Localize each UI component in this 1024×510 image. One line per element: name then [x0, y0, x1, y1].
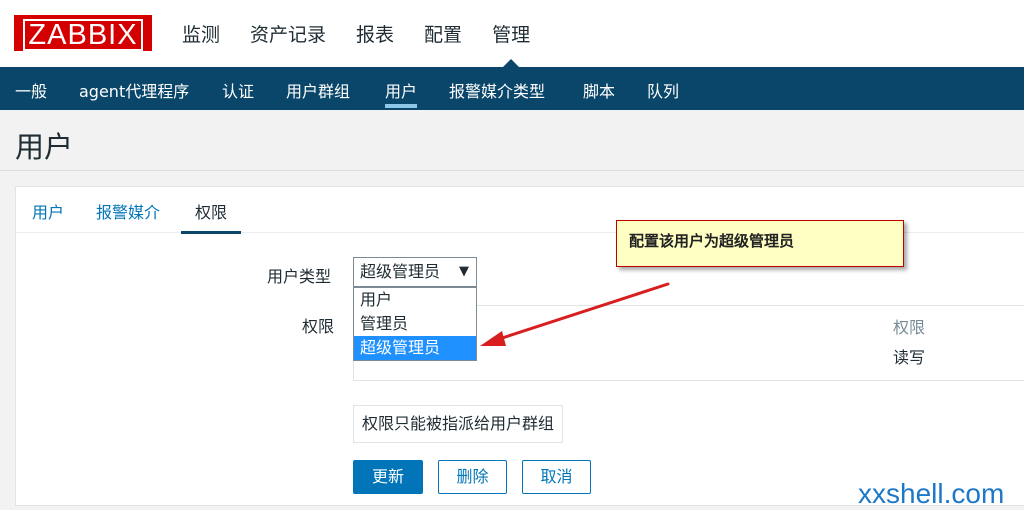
sub-nav-media-types[interactable]: 报警媒介类型	[449, 78, 545, 102]
delete-button[interactable]: 删除	[438, 460, 507, 494]
user-type-label: 用户类型	[267, 267, 332, 286]
logo-text: ZABBIX	[23, 19, 143, 51]
permissions-note: 权限只能被指派给用户群组	[353, 405, 564, 443]
sub-nav: 一般 agent代理程序 认证 用户群组 用户 报警媒介类型 脚本 队列	[0, 67, 1024, 110]
permissions-label: 权限	[302, 317, 335, 336]
annotation-callout: 配置该用户为超级管理员	[616, 220, 904, 267]
main-menu: 监测 资产记录 报表 配置 管理	[182, 20, 560, 68]
main-menu-administration[interactable]: 管理	[492, 20, 530, 68]
user-type-option-admin[interactable]: 管理员	[354, 312, 476, 336]
tab-permissions[interactable]: 权限	[181, 199, 242, 234]
title-divider	[0, 170, 1024, 171]
sub-nav-general[interactable]: 一般	[15, 78, 47, 102]
user-type-dropdown: 用户 管理员 超级管理员	[353, 287, 477, 361]
user-type-option-super-admin[interactable]: 超级管理员	[354, 336, 476, 360]
watermark: xxshell.com	[858, 478, 1005, 509]
tab-media[interactable]: 报警媒介	[96, 199, 160, 223]
main-menu-reports[interactable]: 报表	[356, 20, 394, 47]
sub-nav-proxies[interactable]: agent代理程序	[79, 78, 189, 102]
perm-value: 读写	[893, 348, 926, 367]
update-button[interactable]: 更新	[353, 460, 423, 494]
sub-nav-authentication[interactable]: 认证	[222, 78, 254, 102]
page-title: 用户	[15, 130, 74, 164]
main-menu-inventory[interactable]: 资产记录	[250, 20, 326, 47]
top-bar: ZABBIX 监测 资产记录 报表 配置 管理	[0, 0, 1024, 68]
sub-nav-scripts[interactable]: 脚本	[583, 78, 615, 102]
cancel-button[interactable]: 取消	[522, 460, 591, 494]
sub-nav-users[interactable]: 用户	[385, 78, 418, 108]
user-type-select[interactable]: 超级管理员 ▼	[353, 257, 477, 287]
sub-nav-queue[interactable]: 队列	[647, 78, 679, 102]
main-menu-monitoring[interactable]: 监测	[182, 20, 220, 47]
zabbix-logo[interactable]: ZABBIX	[14, 15, 152, 51]
user-type-selected-value: 超级管理员	[360, 262, 441, 281]
main-menu-configuration[interactable]: 配置	[424, 20, 462, 47]
chevron-down-icon: ▼	[459, 264, 469, 279]
perm-column-header: 权限	[893, 318, 926, 337]
tab-user[interactable]: 用户	[32, 199, 64, 223]
user-type-option-user[interactable]: 用户	[354, 288, 476, 312]
sub-nav-user-groups[interactable]: 用户群组	[286, 78, 350, 102]
